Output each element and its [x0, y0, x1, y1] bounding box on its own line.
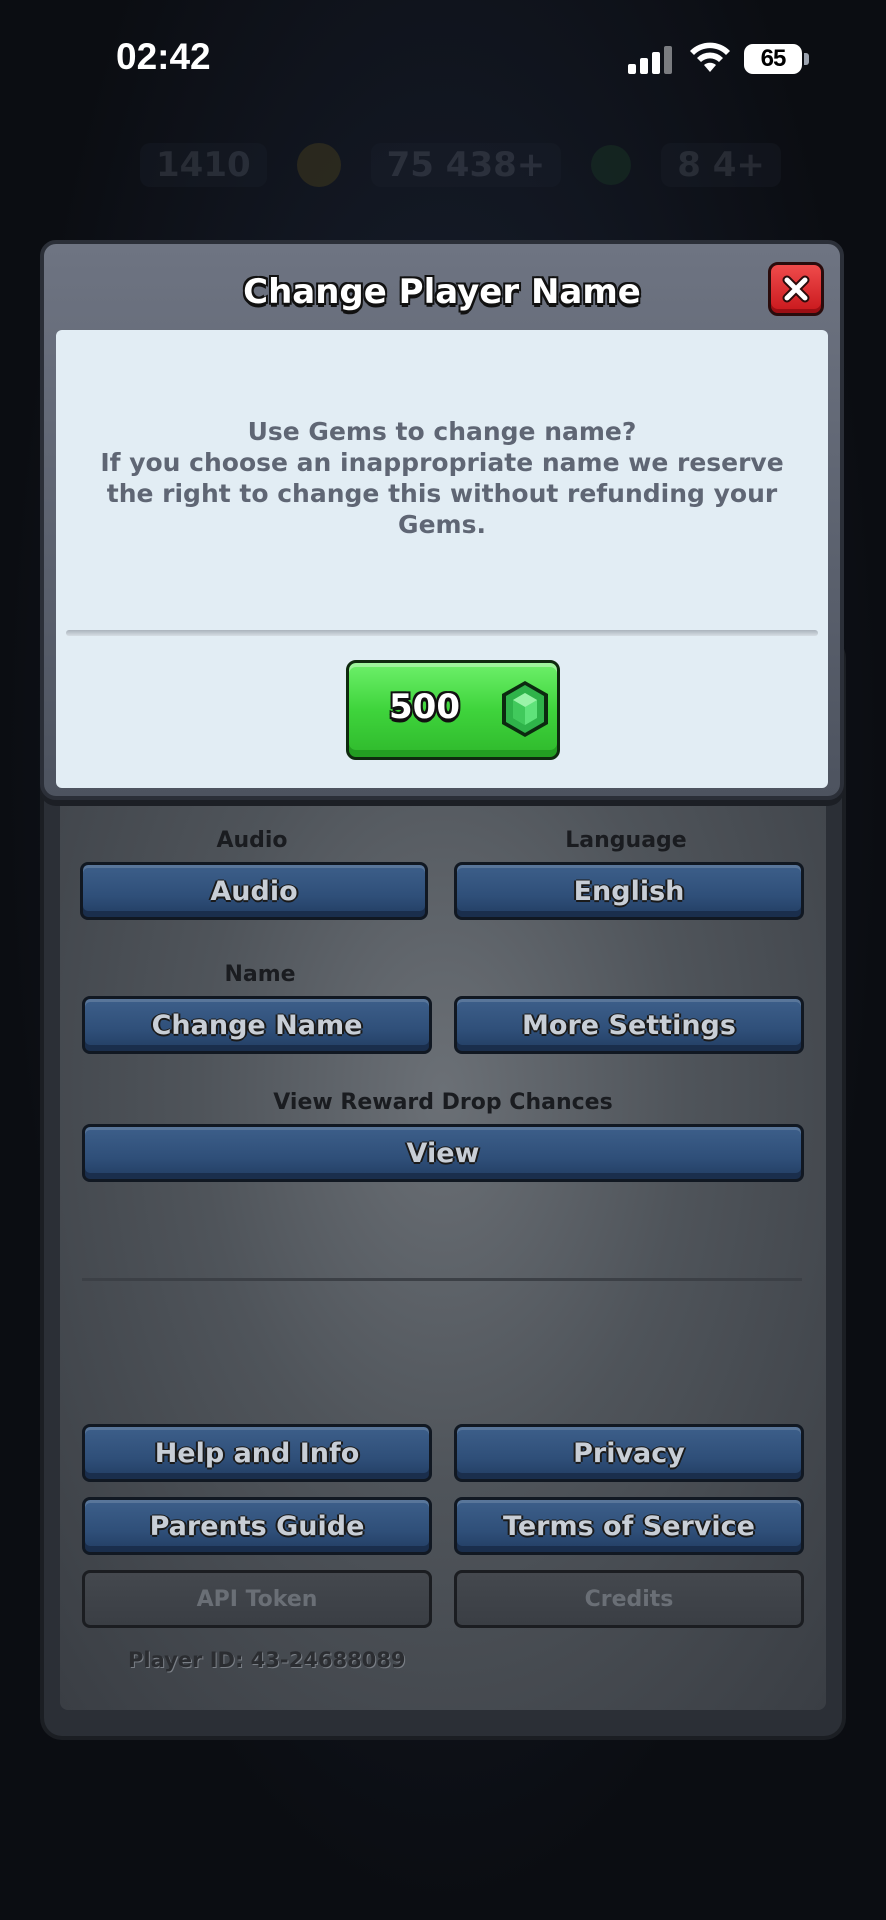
background-hud: 1410 75 438+ 8 4+ [140, 140, 830, 190]
dialog-divider [66, 630, 818, 636]
gem-count: 8 4+ [661, 143, 781, 187]
audio-button[interactable]: Audio [80, 862, 428, 920]
change-name-dialog: Change Player Name Use Gems to change na… [40, 240, 844, 800]
language-button[interactable]: English [454, 862, 804, 920]
close-button[interactable] [768, 262, 824, 316]
privacy-button[interactable]: Privacy [454, 1424, 804, 1482]
name-label: Name [224, 962, 296, 987]
change-name-button[interactable]: Change Name [82, 996, 432, 1054]
gem-cost: 500 [389, 687, 460, 727]
trophy-count: 1410 [140, 143, 267, 187]
parents-guide-button[interactable]: Parents Guide [82, 1497, 432, 1555]
view-button[interactable]: View [82, 1124, 804, 1182]
gold-count: 75 438+ [370, 143, 562, 187]
wifi-icon [690, 42, 730, 72]
player-id: Player ID: 43-24688089 [128, 1648, 406, 1672]
gem-icon [502, 681, 548, 737]
terms-of-service-button[interactable]: Terms of Service [454, 1497, 804, 1555]
cellular-signal-icon [628, 46, 674, 74]
audio-label: Audio [216, 828, 288, 853]
dialog-title: Change Player Name [243, 272, 641, 312]
help-and-info-button[interactable]: Help and Info [82, 1424, 432, 1482]
battery-nub [804, 53, 809, 65]
gem-hud-icon [591, 145, 632, 185]
api-token-button[interactable]: API Token [82, 1570, 432, 1628]
settings-divider [82, 1278, 802, 1281]
reward-drop-label: View Reward Drop Chances [273, 1090, 613, 1115]
language-label: Language [565, 828, 687, 853]
pay-gems-button[interactable]: 500 [346, 660, 560, 760]
more-settings-button[interactable]: More Settings [454, 996, 804, 1054]
status-time: 02:42 [116, 36, 211, 77]
dialog-body: Use Gems to change name? If you choose a… [56, 330, 828, 788]
credits-button[interactable]: Credits [454, 1570, 804, 1628]
dialog-message: Use Gems to change name? If you choose a… [100, 417, 784, 539]
battery-indicator: 65 [744, 44, 802, 74]
bottom-navigation-faint [0, 1740, 886, 1920]
close-icon [782, 275, 810, 303]
gold-coin-icon [296, 143, 341, 187]
status-bar: 02:42 65 [0, 0, 886, 120]
